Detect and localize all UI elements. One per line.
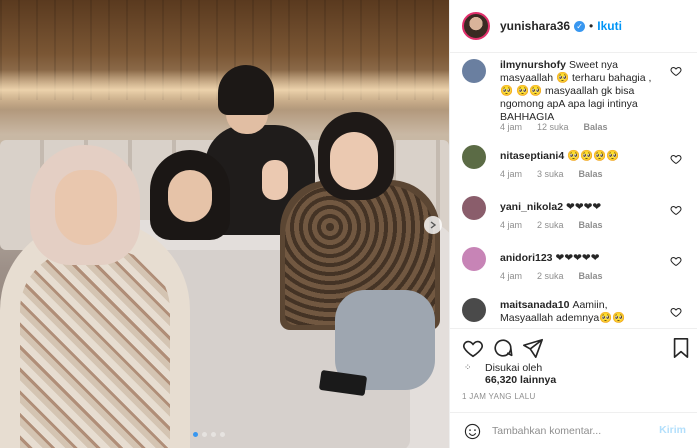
comment-input[interactable] bbox=[492, 421, 642, 441]
comment-body: maitsanada10 Aamiin, Masyaallah ademnya🥺🥺 bbox=[500, 299, 662, 325]
comments-list[interactable]: ilmynurshofy Sweet nya masyaallah 🥺 terha… bbox=[450, 53, 697, 328]
comment-item: maitsanada10 Aamiin, Masyaallah ademnya🥺🥺 bbox=[462, 298, 694, 328]
heart-icon[interactable] bbox=[670, 65, 682, 77]
comment-reply-button[interactable]: Balas bbox=[579, 271, 603, 281]
comment-likes[interactable]: 12 suka bbox=[537, 122, 569, 132]
likes-count[interactable]: 66,320 lainnya bbox=[485, 374, 556, 386]
heart-icon[interactable] bbox=[670, 306, 682, 318]
photo-person-woman-right-hand bbox=[262, 160, 288, 200]
comment-item: ilmynurshofy Sweet nya masyaallah 🥺 terha… bbox=[462, 59, 694, 139]
photo-person-woman-left-face bbox=[55, 170, 117, 245]
comment-time: 4 jam bbox=[500, 271, 523, 281]
comment-reply-button[interactable]: Balas bbox=[584, 122, 608, 132]
share-icon[interactable] bbox=[522, 337, 544, 359]
carousel-dots bbox=[193, 432, 225, 437]
comment-reply-button[interactable]: Balas bbox=[579, 220, 603, 230]
commenter-avatar[interactable] bbox=[462, 59, 486, 83]
commenter-avatar[interactable] bbox=[462, 196, 486, 220]
comment-meta: 4 jam 12 suka Balas bbox=[500, 122, 608, 132]
post-timestamp[interactable]: 1 JAM YANG LALU bbox=[462, 392, 536, 401]
likes-summary: ⁘ Disukai oleh 66,320 lainnya bbox=[462, 362, 692, 390]
photo-person-woman-right-face bbox=[330, 132, 378, 190]
comment-text: ❤❤❤❤❤ bbox=[555, 252, 600, 264]
commenter-avatar[interactable] bbox=[462, 247, 486, 271]
bookmark-icon[interactable] bbox=[670, 337, 692, 359]
carousel-next-button[interactable] bbox=[424, 216, 442, 234]
commenter-avatar[interactable] bbox=[462, 145, 486, 169]
author-avatar[interactable] bbox=[462, 12, 490, 40]
comment-body: anidori123 ❤❤❤❤❤ bbox=[500, 252, 662, 265]
comment-item: anidori123 ❤❤❤❤❤ 4 jam 2 suka Balas bbox=[462, 247, 694, 287]
header-separator: • bbox=[589, 19, 594, 33]
heart-icon[interactable] bbox=[462, 337, 484, 359]
follow-button[interactable]: Ikuti bbox=[597, 19, 622, 33]
comment-icon[interactable] bbox=[492, 337, 514, 359]
post-header: yunishara36 ✓ • Ikuti bbox=[450, 0, 697, 53]
comment-item: nitaseptiani4 🥺🥺🥺🥺 4 jam 3 suka Balas bbox=[462, 145, 694, 185]
author-username[interactable]: yunishara36 bbox=[500, 19, 570, 33]
photo-person-woman-left-pattern bbox=[20, 250, 170, 448]
comment-text: ❤❤❤❤ bbox=[566, 201, 602, 213]
commenter-username[interactable]: maitsanada10 bbox=[500, 299, 569, 311]
post-photo[interactable] bbox=[0, 0, 449, 448]
heart-icon[interactable] bbox=[670, 204, 682, 216]
likes-prefix: Disukai oleh bbox=[485, 362, 543, 374]
comment-body: nitaseptiani4 🥺🥺🥺🥺 bbox=[500, 150, 662, 163]
comment-body: yani_nikola2 ❤❤❤❤ bbox=[500, 201, 662, 214]
likes-avatars-marker: ⁘ bbox=[464, 362, 472, 372]
comment-likes[interactable]: 3 suka bbox=[537, 169, 564, 179]
commenter-username[interactable]: yani_nikola2 bbox=[500, 201, 563, 213]
comment-time: 4 jam bbox=[500, 220, 523, 230]
add-comment-bar: Kirim bbox=[450, 412, 697, 448]
photo-person-girl-face bbox=[168, 170, 212, 222]
comment-time: 4 jam bbox=[500, 122, 523, 132]
comment-item: yani_nikola2 ❤❤❤❤ 4 jam 2 suka Balas bbox=[462, 196, 694, 236]
comment-body: ilmynurshofy Sweet nya masyaallah 🥺 terha… bbox=[500, 59, 662, 124]
carousel-dot bbox=[220, 432, 225, 437]
heart-icon[interactable] bbox=[670, 153, 682, 165]
instagram-post-view: yunishara36 ✓ • Ikuti ilmynurshofy Sweet … bbox=[0, 0, 697, 448]
comment-meta: 4 jam 3 suka Balas bbox=[500, 169, 603, 179]
emoji-icon[interactable] bbox=[464, 423, 481, 440]
post-side-panel: yunishara36 ✓ • Ikuti ilmynurshofy Sweet … bbox=[449, 0, 697, 448]
chevron-right-icon bbox=[430, 221, 437, 229]
likes-text: Disukai oleh 66,320 lainnya bbox=[485, 362, 556, 386]
comment-text: 🥺🥺🥺🥺 bbox=[567, 150, 620, 162]
carousel-dot bbox=[202, 432, 207, 437]
commenter-username[interactable]: anidori123 bbox=[500, 252, 553, 264]
post-comment-button[interactable]: Kirim bbox=[659, 424, 686, 436]
comment-meta: 4 jam 2 suka Balas bbox=[500, 271, 603, 281]
heart-icon[interactable] bbox=[670, 255, 682, 267]
photo-person-man-hair bbox=[218, 65, 274, 115]
commenter-avatar[interactable] bbox=[462, 298, 486, 322]
comment-time: 4 jam bbox=[500, 169, 523, 179]
verified-badge-icon: ✓ bbox=[574, 20, 586, 32]
commenter-username[interactable]: ilmynurshofy bbox=[500, 59, 566, 71]
carousel-dot bbox=[211, 432, 216, 437]
commenter-username[interactable]: nitaseptiani4 bbox=[500, 150, 564, 162]
comment-meta: 4 jam 2 suka Balas bbox=[500, 220, 603, 230]
comment-likes[interactable]: 2 suka bbox=[537, 220, 564, 230]
comment-likes[interactable]: 2 suka bbox=[537, 271, 564, 281]
carousel-dot-active bbox=[193, 432, 198, 437]
comment-reply-button[interactable]: Balas bbox=[579, 169, 603, 179]
